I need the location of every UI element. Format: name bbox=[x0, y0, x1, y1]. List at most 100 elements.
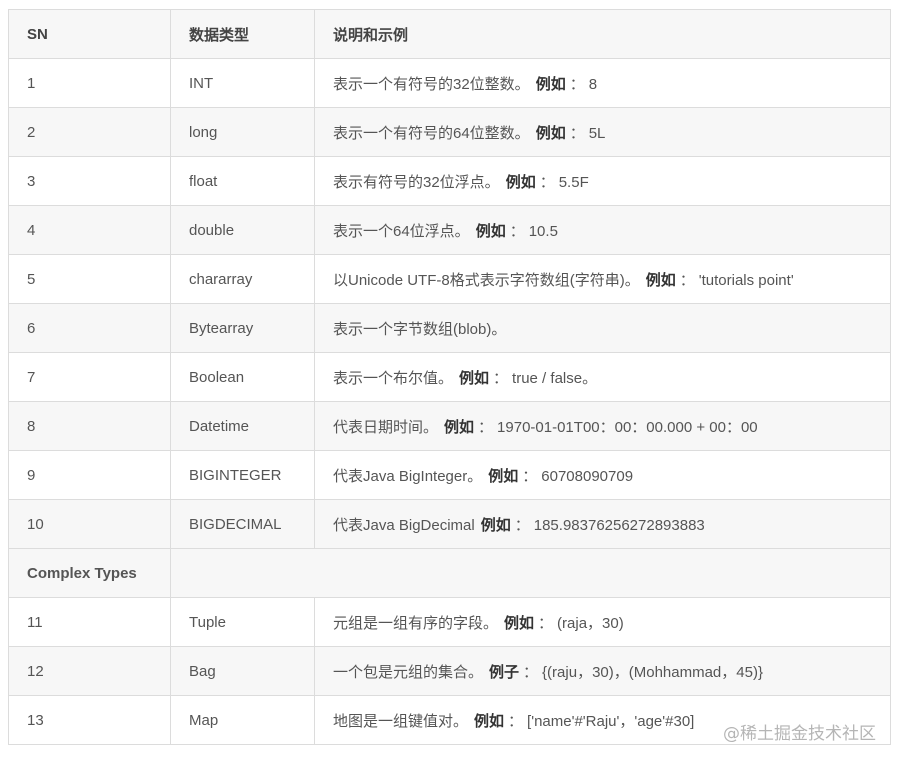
table-row: 6 Bytearray 表示一个字节数组(blob)。 bbox=[8, 303, 891, 353]
header-description: 说明和示例 bbox=[314, 9, 891, 59]
example-value: 60708090709 bbox=[541, 467, 634, 485]
cell-description: 一个包是元组的集合。 例子： {(raju，30)，(Mohhammad，45)} bbox=[314, 646, 891, 696]
header-sn: SN bbox=[8, 9, 171, 59]
example-label: 例如 bbox=[488, 467, 519, 485]
example-separator: ： bbox=[493, 369, 509, 387]
cell-sn: 13 bbox=[8, 695, 171, 745]
example-label: 例如 bbox=[535, 124, 566, 142]
example-label: 例如 bbox=[645, 271, 676, 289]
example-value: true / false。 bbox=[512, 369, 598, 387]
table-header-row: SN 数据类型 说明和示例 bbox=[8, 9, 891, 59]
section-body: Complex Types bbox=[8, 548, 891, 598]
cell-description: 表示一个有符号的32位整数。 例如： 8 bbox=[314, 58, 891, 108]
cell-sn: 12 bbox=[8, 646, 171, 696]
cell-data-type: BIGDECIMAL bbox=[170, 499, 315, 549]
cell-sn: 11 bbox=[8, 597, 171, 647]
description-text: 表示一个有符号的32位整数。 bbox=[333, 75, 530, 93]
table-row: 9 BIGINTEGER 代表Java BigInteger。 例如： 60708090… bbox=[8, 450, 891, 500]
example-separator: ： bbox=[509, 222, 525, 240]
description-text: 一个包是元组的集合。 bbox=[333, 663, 484, 681]
cell-data-type: Map bbox=[170, 695, 315, 745]
description-text: 表示一个64位浮点。 bbox=[333, 222, 470, 240]
description-text: 地图是一组键值对。 bbox=[333, 712, 469, 730]
example-separator: ： bbox=[522, 467, 538, 485]
example-label: 例如 bbox=[475, 222, 506, 240]
table-row: 12 Bag 一个包是元组的集合。 例子： {(raju，30)，(Mohhammad，… bbox=[8, 646, 891, 696]
example-value: 5.5F bbox=[558, 173, 589, 191]
description-text: 以Unicode UTF-8格式表示字符数组(字符串)。 bbox=[333, 271, 640, 289]
example-separator: ： bbox=[514, 516, 530, 534]
table-row: 10 BIGDECIMAL 代表Java BigDecimal 例如： 185.9837… bbox=[8, 499, 891, 549]
example-value: 1970-01-01T00：00：00.000 + 00：00 bbox=[497, 418, 758, 436]
example-label: 例如 bbox=[459, 369, 490, 387]
table-row: 13 Map 地图是一组键值对。 例如： ['name'#'Raju'，'age'#30… bbox=[8, 695, 891, 745]
table-row: 2 long 表示一个有符号的64位整数。 例如： 5L bbox=[8, 107, 891, 157]
cell-description: 元组是一组有序的字段。 例如： (raja，30) bbox=[314, 597, 891, 647]
cell-data-type: Bytearray bbox=[170, 303, 315, 353]
cell-description: 代表Java BigInteger。 例如： 60708090709 bbox=[314, 450, 891, 500]
cell-data-type: Datetime bbox=[170, 401, 315, 451]
cell-sn: 9 bbox=[8, 450, 171, 500]
example-label: 例如 bbox=[474, 712, 505, 730]
cell-data-type: Bag bbox=[170, 646, 315, 696]
cell-sn: 1 bbox=[8, 58, 171, 108]
example-value: (raja，30) bbox=[557, 614, 624, 632]
simple-types-body: 1 INT 表示一个有符号的32位整数。 例如： 8 2 long 表示一个有符号的64位整数… bbox=[8, 58, 891, 549]
cell-sn: 5 bbox=[8, 254, 171, 304]
example-separator: ： bbox=[679, 271, 695, 289]
data-types-table: SN 数据类型 说明和示例 1 INT 表示一个有符号的32位整数。 例如： 8 2 lon… bbox=[8, 9, 891, 745]
table-row: 8 Datetime 代表日期时间。 例如： 1970-01-01T00：00：00.0… bbox=[8, 401, 891, 451]
description-text: 元组是一组有序的字段。 bbox=[333, 614, 499, 632]
cell-description: 地图是一组键值对。 例如： ['name'#'Raju'，'age'#30] bbox=[314, 695, 891, 745]
description-text: 表示一个布尔值。 bbox=[333, 369, 454, 387]
cell-description: 表示一个64位浮点。 例如： 10.5 bbox=[314, 205, 891, 255]
section-empty-cell bbox=[170, 548, 891, 598]
table-row: 11 Tuple 元组是一组有序的字段。 例如： (raja，30) bbox=[8, 597, 891, 647]
cell-sn: 10 bbox=[8, 499, 171, 549]
cell-sn: 3 bbox=[8, 156, 171, 206]
example-separator: ： bbox=[539, 173, 555, 191]
cell-data-type: double bbox=[170, 205, 315, 255]
example-separator: ： bbox=[569, 124, 585, 142]
example-label: 例子 bbox=[489, 663, 520, 681]
cell-description: 表示有符号的32位浮点。 例如： 5.5F bbox=[314, 156, 891, 206]
cell-sn: 4 bbox=[8, 205, 171, 255]
description-text: 表示一个有符号的64位整数。 bbox=[333, 124, 530, 142]
cell-data-type: Boolean bbox=[170, 352, 315, 402]
complex-types-body: 11 Tuple 元组是一组有序的字段。 例如： (raja，30) 12 Bag 一个包是元… bbox=[8, 597, 891, 745]
example-label: 例如 bbox=[505, 173, 536, 191]
example-separator: ： bbox=[478, 418, 494, 436]
cell-description: 代表日期时间。 例如： 1970-01-01T00：00：00.000 + 00：0… bbox=[314, 401, 891, 451]
example-label: 例如 bbox=[444, 418, 475, 436]
table-row: 3 float 表示有符号的32位浮点。 例如： 5.5F bbox=[8, 156, 891, 206]
example-value: 185.98376256272893883 bbox=[533, 516, 705, 534]
description-text: 代表Java BigInteger。 bbox=[333, 467, 483, 485]
cell-data-type: BIGINTEGER bbox=[170, 450, 315, 500]
cell-sn: 2 bbox=[8, 107, 171, 157]
cell-sn: 8 bbox=[8, 401, 171, 451]
example-label: 例如 bbox=[480, 516, 511, 534]
cell-description: 表示一个布尔值。 例如： true / false。 bbox=[314, 352, 891, 402]
example-separator: ： bbox=[523, 663, 539, 681]
example-value: 8 bbox=[588, 75, 598, 93]
description-text: 代表Java BigDecimal bbox=[333, 516, 475, 534]
header-data-type: 数据类型 bbox=[170, 9, 315, 59]
cell-data-type: INT bbox=[170, 58, 315, 108]
table-row: 1 INT 表示一个有符号的32位整数。 例如： 8 bbox=[8, 58, 891, 108]
description-text: 代表日期时间。 bbox=[333, 418, 439, 436]
description-text: 表示有符号的32位浮点。 bbox=[333, 173, 500, 191]
example-value: 5L bbox=[588, 124, 606, 142]
cell-sn: 6 bbox=[8, 303, 171, 353]
cell-data-type: long bbox=[170, 107, 315, 157]
cell-description: 表示一个有符号的64位整数。 例如： 5L bbox=[314, 107, 891, 157]
description-text: 表示一个字节数组(blob)。 bbox=[333, 320, 507, 338]
cell-description: 代表Java BigDecimal 例如： 185.9837625627289388… bbox=[314, 499, 891, 549]
example-value: 'tutorials point' bbox=[698, 271, 794, 289]
example-separator: ： bbox=[569, 75, 585, 93]
section-row: Complex Types bbox=[8, 548, 891, 598]
example-separator: ： bbox=[538, 614, 554, 632]
cell-data-type: float bbox=[170, 156, 315, 206]
table-row: 7 Boolean 表示一个布尔值。 例如： true / false。 bbox=[8, 352, 891, 402]
example-value: ['name'#'Raju'，'age'#30] bbox=[527, 712, 695, 730]
cell-description: 表示一个字节数组(blob)。 bbox=[314, 303, 891, 353]
